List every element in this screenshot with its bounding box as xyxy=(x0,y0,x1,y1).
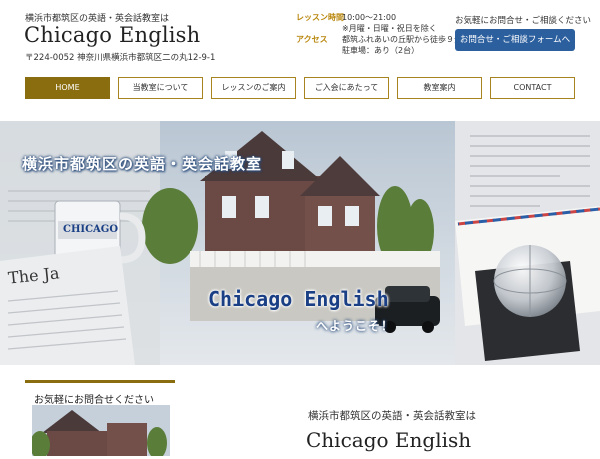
hours-label: レッスン時間 xyxy=(296,13,344,22)
sidebar-title: お気軽にお問合せください xyxy=(34,395,154,406)
hero-brand: Chicago English xyxy=(208,287,389,311)
hero-welcome: へようこそ！ xyxy=(316,319,395,333)
access-label: アクセス xyxy=(296,35,328,44)
main-nav: HOME 当教室について レッスンのご案内 ご入会にあたって 教室案内 CONT… xyxy=(25,77,575,99)
nav-lessons[interactable]: レッスンのご案内 xyxy=(211,77,296,99)
hours-note: ※月曜・日曜・祝日を除く xyxy=(342,24,437,33)
hours-value: 10:00～21:00 xyxy=(342,13,397,22)
main-subtitle: 横浜市都筑区の英語・英会話教室は xyxy=(308,410,476,422)
info-block: レッスン時間10:00～21:00 ※月曜・日曜・祝日を除く アクセス 都筑ふれあ… xyxy=(296,12,462,56)
site-logo[interactable]: Chicago English xyxy=(24,23,200,47)
site-header: 横浜市都筑区の英語・英会話教室は Chicago English 〒224-00… xyxy=(0,0,600,70)
main-title: Chicago English xyxy=(306,428,472,452)
hero-title: 横浜市都筑区の英語・英会話教室 xyxy=(22,155,263,173)
site-address: 〒224-0052 神奈川県横浜市都筑区二の丸12-9-1 xyxy=(25,53,216,63)
contact-note: お気軽にお問合せ・ご相談ください xyxy=(455,16,592,26)
nav-enrollment[interactable]: ご入会にあたって xyxy=(304,77,389,99)
parking-info: 駐車場：あり（2台） xyxy=(342,46,420,55)
nav-about[interactable]: 当教室について xyxy=(118,77,203,99)
nav-contact[interactable]: CONTACT xyxy=(490,77,575,99)
nav-home[interactable]: HOME xyxy=(25,77,110,99)
access-value: 都筑ふれあいの丘駅から徒歩９分 xyxy=(342,35,462,44)
access-row: アクセス 都筑ふれあいの丘駅から徒歩９分 xyxy=(296,34,462,45)
contact-form-button[interactable]: お問合せ・ご相談フォームへ xyxy=(455,29,575,51)
nav-school-info[interactable]: 教室案内 xyxy=(397,77,482,99)
hours-row: レッスン時間10:00～21:00 xyxy=(296,12,462,23)
sidebar-photo[interactable] xyxy=(32,405,170,456)
mug-label: CHICAGO xyxy=(63,224,119,235)
